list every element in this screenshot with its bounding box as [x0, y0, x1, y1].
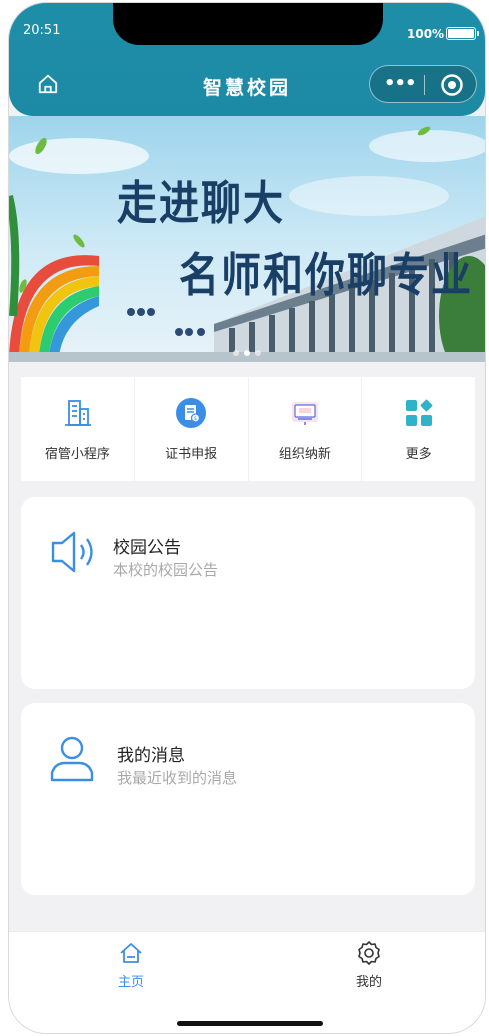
card-title: 校园公告 — [113, 538, 181, 558]
more-apps-icon — [405, 399, 433, 426]
grid-item-label: 证书申报 — [165, 447, 218, 462]
carousel-dot — [233, 350, 239, 356]
speaker-icon — [51, 531, 93, 573]
function-grid: 宿管小程序 $ 证书申报 组织纳新 更多 — [21, 377, 475, 481]
tab-home[interactable]: 主页 — [71, 940, 191, 990]
banner-headline: 走进聊大 — [117, 177, 285, 231]
grid-item-label: 组织纳新 — [278, 447, 331, 462]
grid-item-more[interactable]: 更多 — [362, 377, 475, 481]
carousel-indicator — [233, 341, 266, 360]
capsule-divider — [424, 75, 425, 95]
card-title: 我的消息 — [117, 746, 185, 766]
grid-item-certificate[interactable]: $ 证书申报 — [135, 377, 249, 481]
battery-percent: 100% — [407, 27, 445, 41]
home-icon — [120, 943, 142, 963]
messages-card[interactable]: 我的消息 我最近收到的消息 — [21, 703, 475, 895]
banner-subheadline: 名师和你聊专业 — [179, 249, 473, 303]
header: 20:51 100% 智慧校园 ••• — [9, 3, 485, 116]
more-menu-icon[interactable]: ••• — [384, 75, 417, 93]
gear-icon — [358, 941, 380, 965]
document-icon: $ — [176, 398, 207, 428]
user-icon — [50, 736, 94, 782]
grid-item-dorm-manager[interactable]: 宿管小程序 — [21, 377, 135, 481]
grid-item-label: 宿管小程序 — [44, 447, 110, 462]
carousel-dot-active — [244, 350, 250, 356]
card-subtitle: 我最近收到的消息 — [117, 769, 238, 787]
card-subtitle: 本校的校园公告 — [113, 561, 219, 579]
banner-carousel[interactable]: 走进聊大 名师和你聊专业 — [9, 116, 485, 362]
home-indicator — [177, 1021, 323, 1026]
tab-bar: 主页 我的 — [9, 931, 485, 1033]
tab-label: 我的 — [355, 975, 382, 990]
battery-icon — [446, 27, 479, 40]
close-mini-program-icon[interactable] — [440, 73, 464, 97]
notch — [113, 3, 383, 45]
status-time: 20:51 — [23, 23, 61, 38]
svg-text:$: $ — [194, 416, 197, 422]
building-icon — [65, 400, 92, 426]
carousel-dot — [255, 350, 261, 356]
tab-mine[interactable]: 我的 — [309, 940, 429, 990]
mini-program-capsule: ••• — [369, 65, 477, 103]
announcement-card[interactable]: 校园公告 本校的校园公告 — [21, 497, 475, 689]
tab-label: 主页 — [117, 975, 144, 990]
phone-frame: 20:51 100% 智慧校园 ••• 走进聊大 名师和你聊专业 宿管小程序 $… — [8, 2, 486, 1034]
new-monitor-icon — [291, 402, 318, 425]
grid-item-recruitment[interactable]: 组织纳新 — [249, 377, 363, 481]
grid-item-label: 更多 — [405, 447, 432, 462]
